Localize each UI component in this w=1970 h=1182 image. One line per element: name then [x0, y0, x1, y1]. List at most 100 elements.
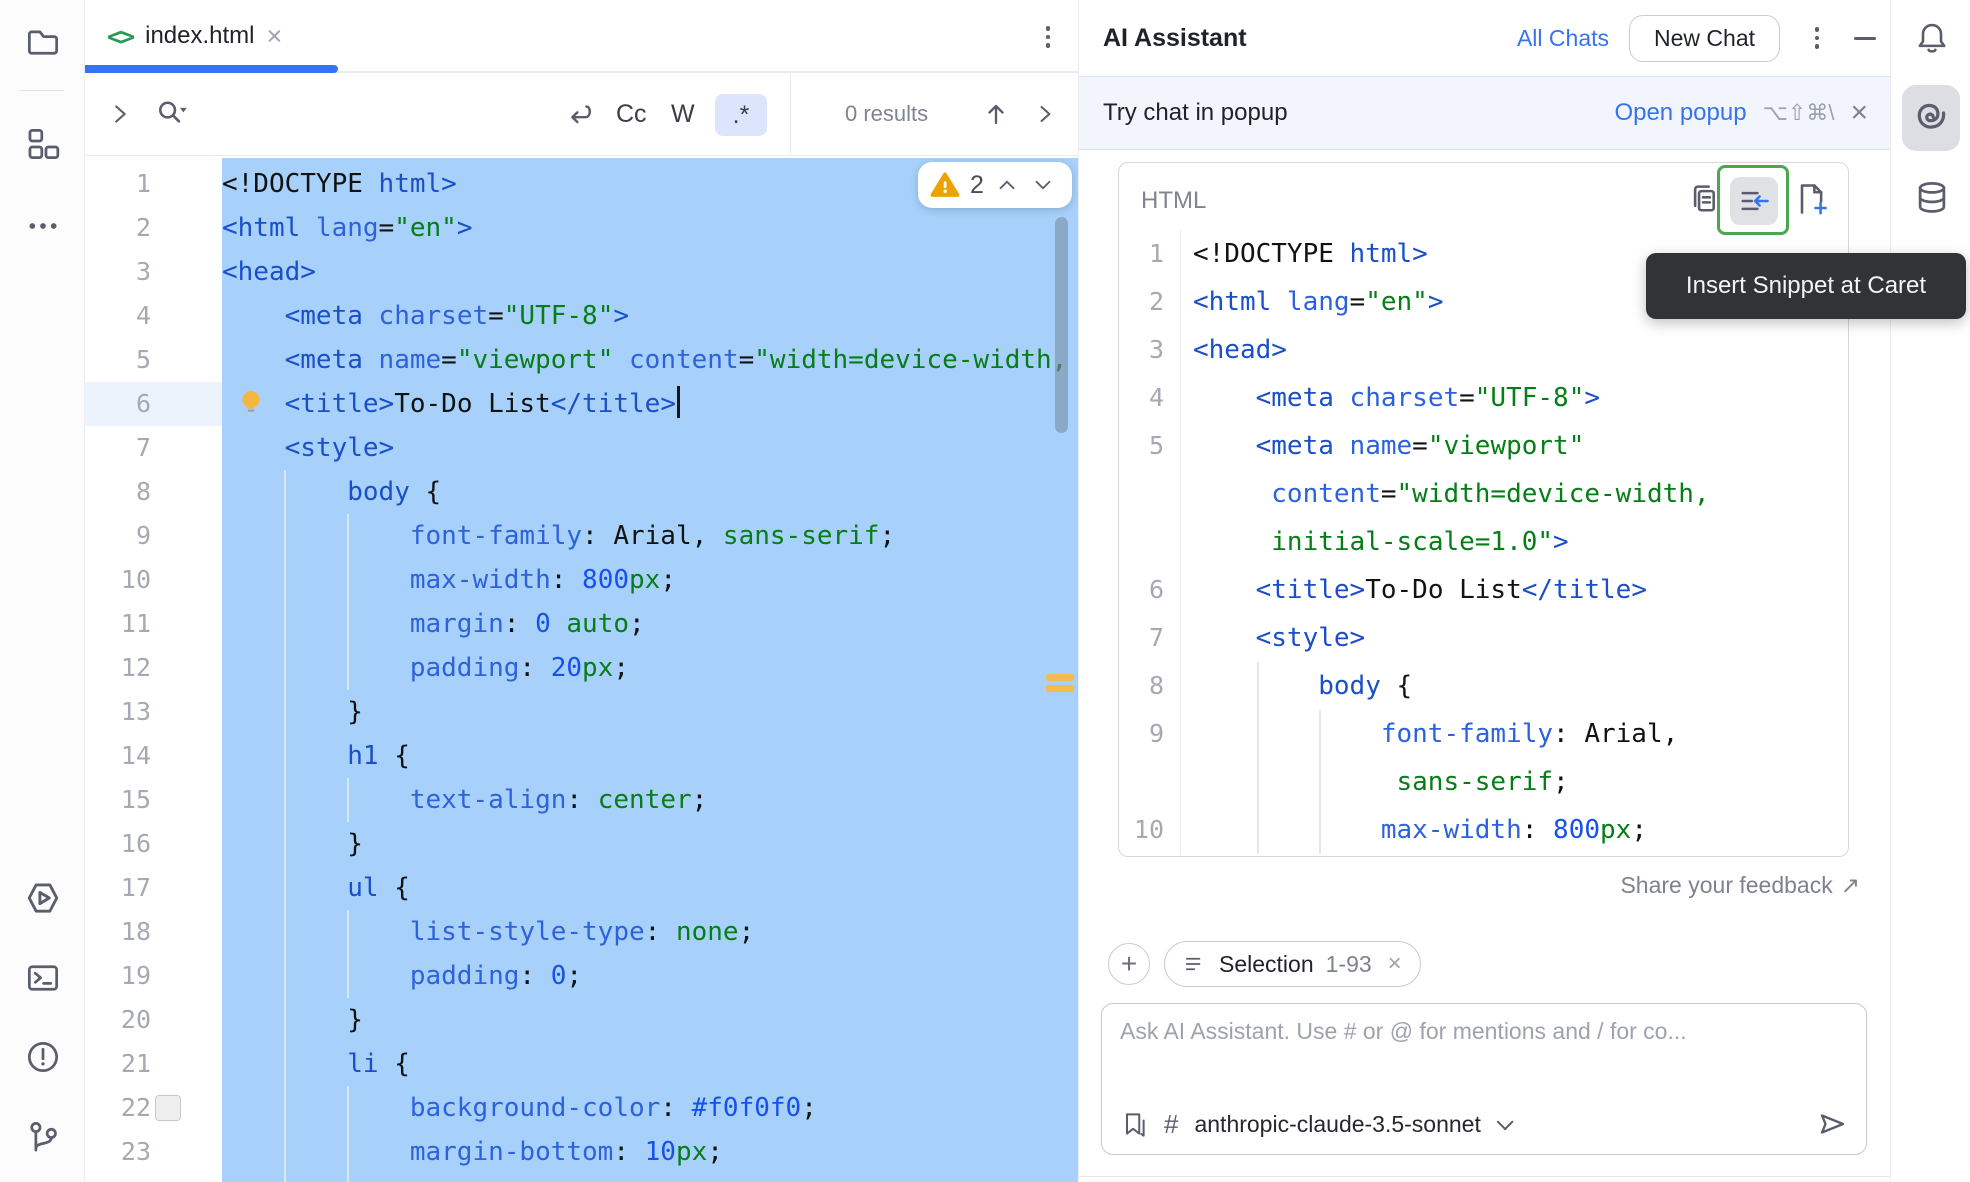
code-line: 17 ul { [85, 866, 1078, 910]
left-toolbar [0, 0, 85, 1182]
code-text: <title>To-Do List</title> [1255, 575, 1647, 605]
text-caret [676, 386, 680, 418]
all-chats-link[interactable]: All Chats [1517, 25, 1609, 52]
line-number: 4 [135, 301, 151, 330]
code-text: text-align: center; [409, 785, 708, 815]
code-text: <meta name="viewport" [1255, 431, 1585, 461]
editor-gutter: 23 [85, 1130, 222, 1174]
code-text: body { [1318, 671, 1413, 701]
expand-search-icon[interactable] [105, 73, 135, 155]
line-number [1119, 470, 1181, 518]
code-text: margin: 0 auto; [409, 609, 645, 639]
ai-assistant-tool-icon[interactable] [1902, 85, 1960, 151]
toolbar-divider [20, 90, 64, 91]
project-folder-icon[interactable] [23, 22, 63, 62]
previous-occurrence-icon[interactable] [980, 73, 1012, 155]
editor-area: <> index.html × Cc W .* 0 results 1 <!DO… [85, 0, 1078, 1182]
hide-panel-icon[interactable] [1854, 36, 1876, 40]
code-line: 7 <style> [85, 426, 1078, 470]
create-file-from-snippet-icon[interactable] [1793, 181, 1829, 217]
multiline-search-icon[interactable] [563, 73, 597, 155]
chip-label: Selection [1219, 950, 1314, 977]
line-number: 1 [1119, 230, 1181, 278]
snippet-code-line: 4 <meta charset="UTF-8"> [1119, 374, 1847, 422]
line-number: 23 [120, 1137, 151, 1166]
code-text: content="width=device-width, [1271, 479, 1710, 509]
editor-scrollbar[interactable] [1055, 217, 1068, 433]
add-context-button[interactable]: + [1108, 943, 1150, 985]
structure-icon[interactable] [23, 124, 63, 164]
chevron-down-icon[interactable] [1496, 1113, 1514, 1131]
lines-icon [1185, 957, 1201, 971]
code-line: 15 text-align: center; [85, 778, 1078, 822]
chip-close-icon[interactable]: × [1388, 950, 1402, 978]
copy-snippet-icon[interactable] [1685, 181, 1721, 217]
prompt-library-icon[interactable] [1120, 1110, 1148, 1138]
code-line: 18 list-style-type: none; [85, 910, 1078, 954]
close-tab-icon[interactable]: × [267, 22, 283, 50]
selection-context-chip[interactable]: Selection 1-93 × [1164, 941, 1421, 987]
code-line: 3 <head> [85, 250, 1078, 294]
tab-index-html[interactable]: <> index.html × [99, 12, 290, 60]
code-line: 5 <meta name="viewport" content="width=d… [85, 338, 1078, 382]
chat-input-placeholder: Ask AI Assistant. Use # or @ for mention… [1120, 1018, 1687, 1044]
snippet-code-line: 6 <title>To-Do List</title> [1119, 566, 1847, 614]
match-case-toggle[interactable]: Cc [616, 73, 647, 155]
code-line: 8 body { [85, 470, 1078, 514]
editor-gutter: 11 [85, 602, 222, 646]
code-text: <head> [222, 257, 316, 287]
editor-options-icon[interactable] [1031, 20, 1065, 54]
editor-gutter: 4 [85, 294, 222, 338]
next-warning-icon[interactable] [1030, 172, 1056, 198]
code-text: <meta name="viewport" content="width=dev… [284, 345, 1068, 375]
editor-gutter: 12 [85, 646, 222, 690]
code-line: 22 background-color: #f0f0f0; [85, 1086, 1078, 1130]
tooltip: Insert Snippet at Caret [1646, 253, 1966, 319]
previous-warning-icon[interactable] [994, 172, 1020, 198]
regex-toggle[interactable]: .* [715, 94, 767, 136]
panel-options-icon[interactable] [1800, 21, 1834, 55]
intention-bulb-icon[interactable] [236, 388, 266, 418]
next-occurrence-icon[interactable] [1031, 73, 1059, 155]
line-number: 11 [120, 609, 151, 638]
inspection-widget: 2 [918, 162, 1072, 208]
code-line: 14 h1 { [85, 734, 1078, 778]
editor-gutter: 17 [85, 866, 222, 910]
chat-input[interactable]: Ask AI Assistant. Use # or @ for mention… [1101, 1003, 1867, 1155]
editor-gutter: 1 [85, 162, 222, 206]
warning-count: 2 [970, 170, 984, 199]
popup-promo-banner: Try chat in popup Open popup ⌥⇧⌘\ × [1079, 76, 1890, 150]
new-chat-button[interactable]: New Chat [1629, 14, 1780, 62]
run-icon[interactable] [23, 878, 63, 918]
notifications-bell-icon[interactable] [1912, 18, 1952, 58]
code-line: 20 } [85, 998, 1078, 1042]
line-number: 15 [120, 785, 151, 814]
whole-words-toggle[interactable]: W [671, 73, 695, 155]
database-icon[interactable] [1912, 178, 1952, 218]
banner-close-icon[interactable]: × [1850, 98, 1868, 128]
terminal-icon[interactable] [23, 958, 63, 998]
code-editor[interactable]: 1 <!DOCTYPE html> 2 <html lang="en"> 3 <head>… [85, 158, 1078, 1182]
code-text: initial-scale=1.0"> [1271, 527, 1569, 557]
panel-header: AI Assistant All Chats New Chat [1079, 0, 1890, 76]
line-number: 1 [135, 169, 151, 198]
editor-gutter: 9 [85, 514, 222, 558]
code-text: h1 { [347, 741, 410, 771]
problems-icon[interactable] [23, 1037, 63, 1077]
send-icon[interactable] [1816, 1108, 1848, 1140]
banner-text: Try chat in popup [1103, 99, 1288, 126]
code-text: } [222, 829, 363, 859]
line-number: 20 [120, 1005, 151, 1034]
model-selector[interactable]: anthropic-claude-3.5-sonnet [1194, 1111, 1480, 1138]
hash-mention-icon[interactable]: # [1164, 1109, 1178, 1140]
git-branch-icon[interactable] [23, 1117, 63, 1157]
more-tool-windows-icon[interactable] [23, 206, 63, 246]
code-line: 13 } [85, 690, 1078, 734]
share-feedback-link[interactable]: Share your feedback ↗ [1620, 872, 1860, 899]
snippet-code-line: 5 <meta name="viewport" [1119, 422, 1847, 470]
editor-gutter: 14 [85, 734, 222, 778]
line-number: 12 [120, 653, 151, 682]
warning-stripe-mark [1046, 685, 1074, 692]
open-popup-link[interactable]: Open popup [1614, 99, 1746, 127]
search-input[interactable] [153, 73, 189, 155]
